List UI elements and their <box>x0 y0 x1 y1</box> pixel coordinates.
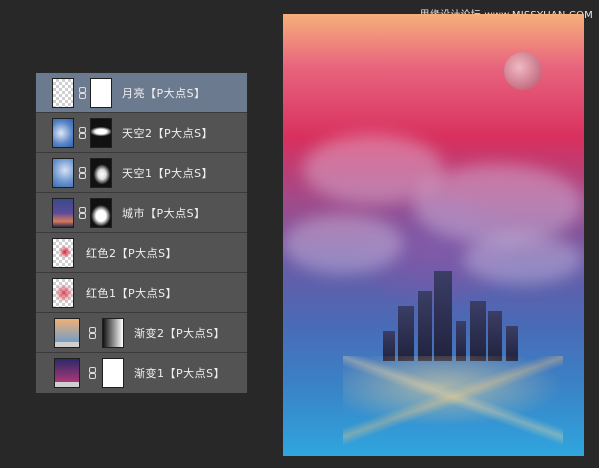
layer-thumbnail[interactable] <box>52 158 74 188</box>
layer-name[interactable]: 月亮【P大点S】 <box>122 85 206 101</box>
layer-row-grad1[interactable]: 渐变1【P大点S】 <box>36 353 247 393</box>
layer-name[interactable]: 天空1【P大点S】 <box>122 165 213 181</box>
layer-mask-thumbnail[interactable] <box>90 118 112 148</box>
layer-thumbnail[interactable] <box>52 278 74 308</box>
layer-name[interactable]: 天空2【P大点S】 <box>122 125 213 141</box>
layer-row-red2[interactable]: 红色2【P大点S】 <box>36 233 247 273</box>
city-skyline-graphic <box>378 271 528 361</box>
layer-mask-thumbnail[interactable] <box>90 158 112 188</box>
layer-row-sky2[interactable]: 天空2【P大点S】 <box>36 113 247 153</box>
link-icon[interactable] <box>88 367 97 379</box>
link-icon[interactable] <box>78 127 87 139</box>
link-icon[interactable] <box>78 207 87 219</box>
layer-row-grad2[interactable]: 渐变2【P大点S】 <box>36 313 247 353</box>
link-icon[interactable] <box>78 87 87 99</box>
layer-row-red1[interactable]: 红色1【P大点S】 <box>36 273 247 313</box>
layer-row-moon[interactable]: 月亮【P大点S】 <box>36 73 247 113</box>
layer-thumbnail[interactable] <box>52 78 74 108</box>
layer-name[interactable]: 城市【P大点S】 <box>122 205 206 221</box>
layer-name[interactable]: 红色1【P大点S】 <box>86 285 177 301</box>
layer-name[interactable]: 渐变1【P大点S】 <box>134 365 225 381</box>
cloud-graphic <box>283 214 403 274</box>
layers-panel: 月亮【P大点S】 天空2【P大点S】 天空1【P大点S】 城市【P大点S】 红色… <box>35 72 248 393</box>
layer-mask-thumbnail[interactable] <box>90 78 112 108</box>
layer-mask-thumbnail[interactable] <box>102 318 124 348</box>
layer-name[interactable]: 红色2【P大点S】 <box>86 245 177 261</box>
layer-mask-thumbnail[interactable] <box>102 358 124 388</box>
layer-mask-thumbnail[interactable] <box>90 198 112 228</box>
layer-thumbnail[interactable] <box>54 358 80 388</box>
layer-thumbnail[interactable] <box>54 318 80 348</box>
layer-row-sky1[interactable]: 天空1【P大点S】 <box>36 153 247 193</box>
moon-graphic <box>504 52 542 90</box>
layer-thumbnail[interactable] <box>52 198 74 228</box>
layer-row-city[interactable]: 城市【P大点S】 <box>36 193 247 233</box>
layer-thumbnail[interactable] <box>52 238 74 268</box>
layer-thumbnail[interactable] <box>52 118 74 148</box>
cloud-graphic <box>413 164 583 244</box>
link-icon[interactable] <box>88 327 97 339</box>
link-icon[interactable] <box>78 167 87 179</box>
layer-name[interactable]: 渐变2【P大点S】 <box>134 325 225 341</box>
document-canvas[interactable] <box>283 14 584 456</box>
light-trails-graphic <box>343 356 563 456</box>
